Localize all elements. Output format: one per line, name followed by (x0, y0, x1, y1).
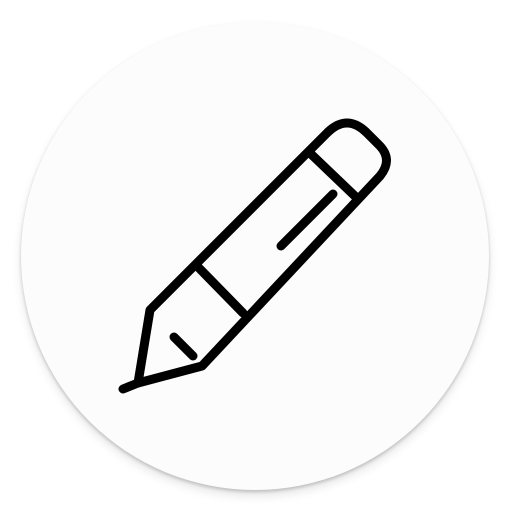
pencil-tip-line (169, 332, 198, 361)
pencil-point (118, 378, 143, 394)
pencil-icon (118, 118, 391, 394)
app-icon[interactable] (0, 0, 512, 512)
pencil-ferrule-band (194, 263, 248, 318)
